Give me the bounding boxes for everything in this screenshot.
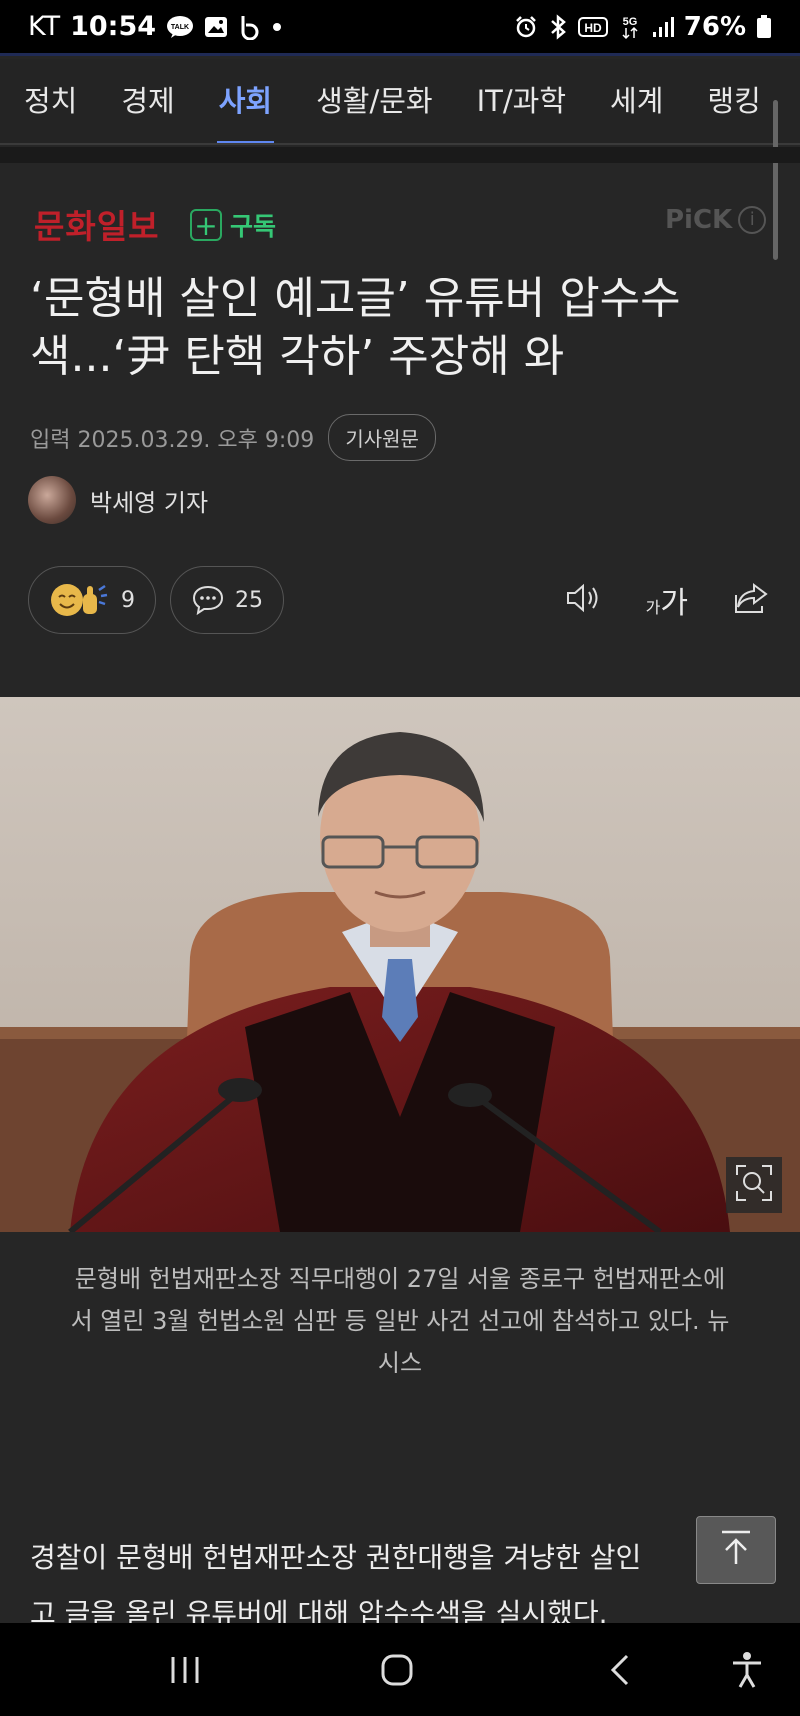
scroll-to-top-button[interactable] (696, 1516, 776, 1584)
plus-icon: + (190, 209, 222, 241)
original-article-button[interactable]: 기사원문 (328, 414, 436, 461)
reaction-button[interactable]: 9 (28, 566, 156, 634)
hd-icon: HD (577, 16, 608, 38)
reaction-emoji-icon (49, 580, 111, 620)
publish-date: 입력 2025.03.29. 오후 9:09 (30, 427, 315, 453)
share-icon[interactable] (732, 581, 770, 619)
tab-economy[interactable]: 경제 (121, 59, 174, 143)
scrollbar[interactable] (773, 100, 778, 260)
b-app-icon (238, 14, 262, 40)
tab-life-culture[interactable]: 생활/문화 (316, 59, 433, 143)
pick-label: PiCK (665, 205, 733, 235)
caption-line: 시스 (377, 1349, 423, 1377)
bluetooth-icon (548, 13, 568, 40)
tab-society[interactable]: 사회 (216, 59, 275, 143)
zoom-icon (734, 1163, 774, 1207)
arrow-up-icon (718, 1528, 754, 1572)
battery-icon (756, 14, 772, 39)
talk-icon: TALK (166, 15, 194, 39)
accessibility-icon (733, 1651, 761, 1688)
back-icon (610, 1654, 629, 1685)
zoom-button[interactable] (726, 1157, 782, 1213)
alarm-icon (514, 15, 538, 39)
gallery-icon (204, 15, 228, 39)
caption-line: 서 열린 3월 헌법소원 심판 등 일반 사건 선고에 참석하고 있다. 뉴 (70, 1307, 730, 1335)
recent-apps-icon (171, 1656, 199, 1683)
clock: 10:54 (70, 11, 157, 42)
reaction-bar: 9 25 (28, 566, 284, 634)
font-small-label: 가 (645, 598, 661, 617)
tab-it-science[interactable]: IT/과학 (477, 59, 566, 143)
comment-button[interactable]: 25 (170, 566, 284, 634)
body-line: 경찰이 문형배 헌법재판소장 권한대행을 겨냥한 살인 (30, 1541, 642, 1574)
photo-caption: 문형배 헌법재판소장 직무대행이 27일 서울 종로구 헌법재판소에 서 열린 … (40, 1258, 760, 1384)
accessibility-button[interactable] (712, 1623, 782, 1716)
comment-icon (191, 584, 225, 616)
recent-apps-button[interactable] (150, 1623, 220, 1716)
subscribe-label: 구독 (230, 212, 277, 241)
svg-text:HD: HD (584, 21, 602, 35)
author-row[interactable]: 박세영 기자 (28, 476, 208, 524)
category-tabs: 정치 경제 사회 생활/문화 IT/과학 세계 랭킹 (0, 59, 800, 145)
article-tools: 가가 (564, 578, 770, 622)
home-icon (381, 1654, 413, 1685)
status-bar: KT 10:54 TALK HD 5G 76% (0, 0, 800, 56)
article-photo[interactable] (0, 697, 800, 1232)
author-name: 박세영 기자 (90, 488, 209, 517)
article-headline: ‘문형배 살인 예고글’ 유튜버 압수수 색...‘尹 탄핵 각하’ 주장해 와 (30, 270, 750, 386)
signal-icon (652, 16, 674, 38)
subscribe-button[interactable]: + 구독 (190, 207, 276, 243)
info-icon: i (738, 206, 767, 234)
pick-badge[interactable]: PiCK i (665, 205, 767, 235)
divider (0, 147, 800, 163)
system-navigation-bar (0, 1623, 800, 1716)
font-size-button[interactable]: 가가 (646, 578, 688, 622)
dot-icon (272, 22, 282, 32)
comment-count: 25 (235, 587, 263, 613)
speaker-icon[interactable] (564, 581, 602, 619)
headline-line: 색...‘尹 탄핵 각하’ 주장해 와 (30, 331, 565, 382)
reaction-count: 9 (121, 587, 135, 613)
publisher-logo[interactable]: 문화일보 (34, 200, 159, 248)
back-button[interactable] (585, 1623, 655, 1716)
svg-text:TALK: TALK (171, 24, 189, 31)
svg-text:5G: 5G (622, 16, 637, 28)
tab-politics[interactable]: 정치 (24, 59, 77, 143)
tab-ranking[interactable]: 랭킹 (707, 59, 760, 143)
tab-world[interactable]: 세계 (610, 59, 663, 143)
font-large-label: 가 (660, 586, 688, 621)
battery-percent: 76% (683, 11, 746, 42)
home-button[interactable] (362, 1623, 432, 1716)
caption-line: 문형배 헌법재판소장 직무대행이 27일 서울 종로구 헌법재판소에 (74, 1265, 726, 1293)
avatar (28, 476, 76, 524)
carrier-label: KT (28, 11, 61, 42)
dateline: 입력 2025.03.29. 오후 9:09 기사원문 (30, 414, 436, 461)
headline-line: ‘문형배 살인 예고글’ 유튜버 압수수 (30, 273, 681, 324)
5g-icon: 5G (618, 14, 642, 40)
